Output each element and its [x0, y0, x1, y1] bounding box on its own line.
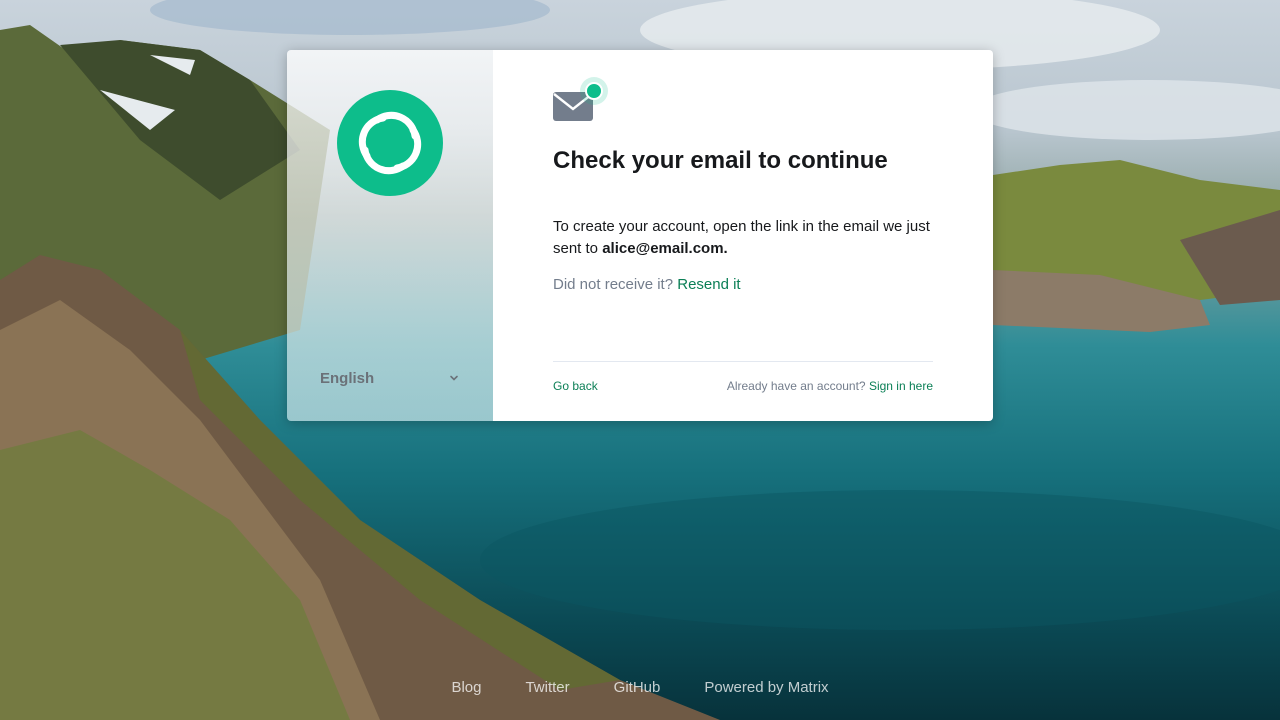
email-instructions-text: To create your account, open the link in… — [553, 216, 933, 260]
sign-in-link[interactable]: Sign in here — [869, 379, 933, 393]
page-title: Check your email to continue — [553, 147, 888, 174]
footer-links: Blog Twitter GitHub Powered by Matrix — [0, 679, 1280, 696]
auth-card-content: Check your email to continue To create y… — [493, 50, 993, 421]
footer-link-github[interactable]: GitHub — [614, 679, 661, 696]
footer-link-blog[interactable]: Blog — [451, 679, 481, 696]
signin-row: Already have an account? Sign in here — [727, 379, 933, 393]
auth-card: English Check your email to continue To … — [287, 50, 993, 421]
resend-prompt: Did not receive it? — [553, 276, 674, 293]
email-notification-icon — [553, 77, 608, 121]
divider — [553, 361, 933, 362]
language-selected-label: English — [320, 369, 375, 387]
signin-prompt: Already have an account? — [726, 379, 866, 393]
email-address: alice@email.com. — [602, 240, 728, 257]
card-footer: Go back Already have an account? Sign in… — [553, 379, 933, 393]
resend-link[interactable]: Resend it — [677, 276, 740, 293]
language-selector[interactable]: English — [320, 368, 460, 388]
element-logo-icon — [337, 90, 443, 196]
footer-link-powered-by-matrix[interactable]: Powered by Matrix — [704, 679, 828, 696]
chevron-down-icon — [450, 375, 458, 381]
footer-link-twitter[interactable]: Twitter — [525, 679, 569, 696]
auth-card-brand-panel: English — [287, 50, 493, 421]
resend-row: Did not receive it? Resend it — [553, 276, 741, 293]
go-back-link[interactable]: Go back — [553, 379, 598, 393]
